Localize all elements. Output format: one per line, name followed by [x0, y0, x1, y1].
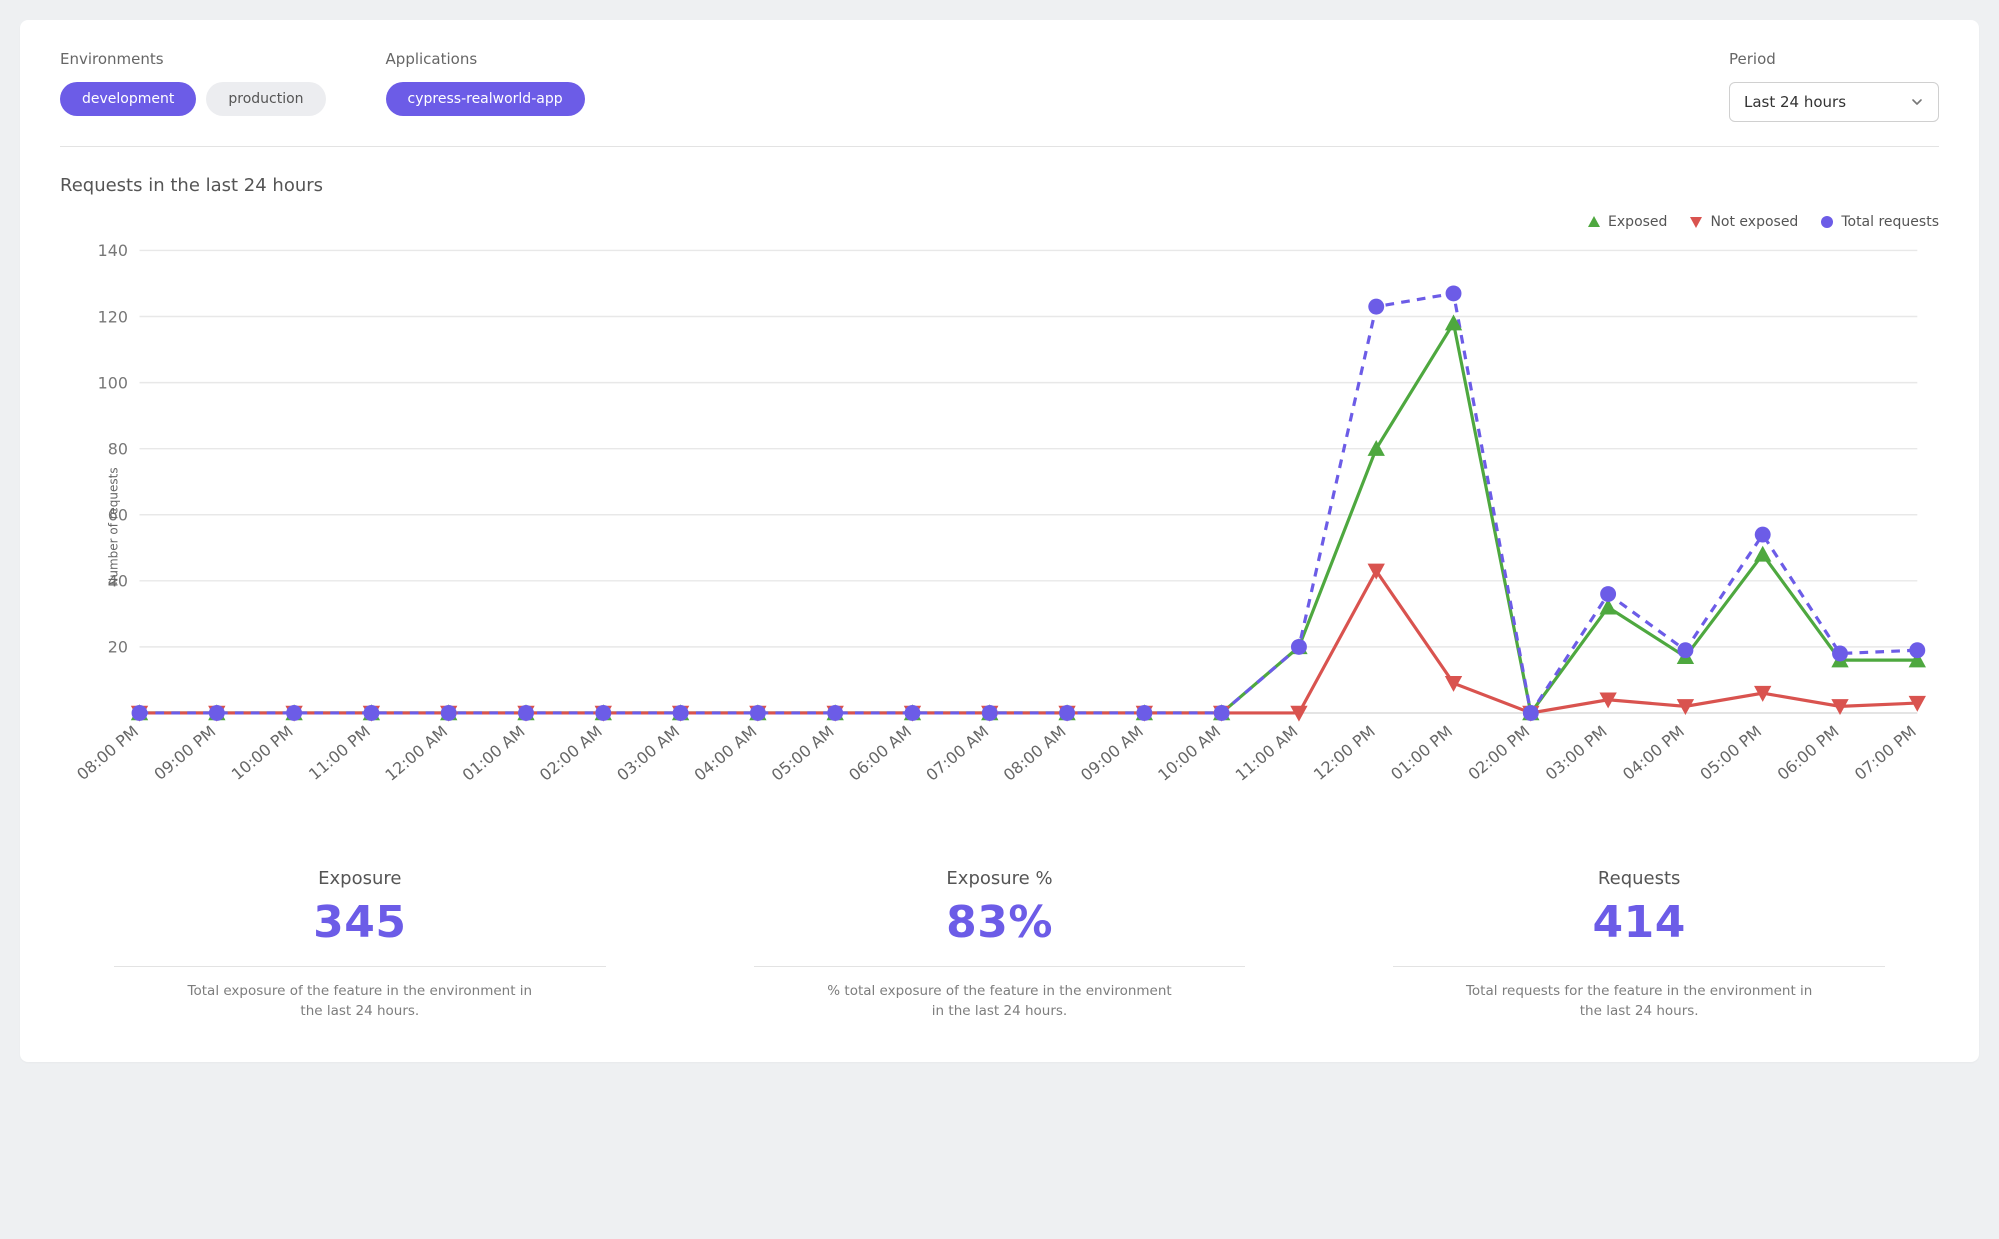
environments-label: Environments — [60, 50, 326, 68]
stat-desc: Total requests for the feature in the en… — [1459, 981, 1819, 1022]
stat-value: 83% — [946, 897, 1053, 948]
svg-text:02:00 PM: 02:00 PM — [1464, 722, 1533, 784]
environments-filter: Environments development production — [60, 50, 326, 116]
svg-text:02:00 AM: 02:00 AM — [536, 722, 606, 785]
applications-chips: cypress-realworld-app — [386, 82, 585, 116]
legend-not-exposed[interactable]: Not exposed — [1689, 214, 1798, 230]
period-label: Period — [1729, 50, 1939, 68]
svg-text:20: 20 — [108, 638, 128, 657]
svg-text:08:00 AM: 08:00 AM — [1000, 722, 1070, 785]
svg-text:140: 140 — [98, 241, 128, 260]
svg-text:08:00 PM: 08:00 PM — [73, 722, 142, 784]
stat-card-exposure-: Exposure % 83% % total exposure of the fea… — [700, 868, 1300, 1022]
chart-legend: Exposed Not exposed Total requests — [60, 214, 1939, 230]
environments-chips: development production — [60, 82, 326, 116]
triangle-up-icon — [1587, 215, 1601, 229]
stat-title: Requests — [1598, 868, 1681, 889]
applications-label: Applications — [386, 50, 585, 68]
circle-icon — [1820, 215, 1834, 229]
svg-text:12:00 PM: 12:00 PM — [1310, 722, 1379, 784]
stat-value: 414 — [1593, 897, 1686, 948]
metrics-card: Environments development production Appli… — [20, 20, 1979, 1062]
stat-card-exposure: Exposure 345 Total exposure of the feature… — [60, 868, 660, 1022]
stats-row: Exposure 345 Total exposure of the feature… — [60, 868, 1939, 1022]
svg-text:03:00 AM: 03:00 AM — [613, 722, 683, 785]
svg-text:80: 80 — [108, 439, 128, 458]
svg-text:09:00 PM: 09:00 PM — [150, 722, 219, 784]
svg-text:10:00 PM: 10:00 PM — [228, 722, 297, 784]
triangle-down-icon — [1689, 215, 1703, 229]
stat-divider — [754, 966, 1246, 967]
stat-desc: Total exposure of the feature in the env… — [180, 981, 540, 1022]
svg-text:07:00 PM: 07:00 PM — [1851, 722, 1920, 784]
legend-exposed-label: Exposed — [1608, 214, 1667, 230]
legend-not-exposed-label: Not exposed — [1710, 214, 1798, 230]
svg-text:01:00 PM: 01:00 PM — [1387, 722, 1456, 784]
stat-divider — [1393, 966, 1885, 967]
filters-row: Environments development production Appli… — [60, 50, 1939, 147]
svg-text:06:00 PM: 06:00 PM — [1774, 722, 1843, 784]
stat-divider — [114, 966, 606, 967]
svg-text:05:00 PM: 05:00 PM — [1696, 722, 1765, 784]
environment-chip-development[interactable]: development — [60, 82, 196, 116]
stat-title: Exposure % — [946, 868, 1052, 889]
environment-chip-production[interactable]: production — [206, 82, 325, 116]
svg-text:05:00 AM: 05:00 AM — [768, 722, 838, 785]
svg-text:06:00 AM: 06:00 AM — [845, 722, 915, 785]
period-select[interactable]: Last 24 hours — [1729, 82, 1939, 122]
svg-text:11:00 PM: 11:00 PM — [305, 722, 374, 784]
stat-title: Exposure — [318, 868, 401, 889]
stat-value: 345 — [313, 897, 406, 948]
svg-text:100: 100 — [98, 373, 128, 392]
stat-desc: % total exposure of the feature in the e… — [820, 981, 1180, 1022]
y-axis-label: Number of requests — [107, 467, 121, 586]
svg-text:04:00 AM: 04:00 AM — [691, 722, 761, 785]
svg-text:120: 120 — [98, 307, 128, 326]
svg-text:12:00 AM: 12:00 AM — [381, 722, 451, 785]
chart-title: Requests in the last 24 hours — [60, 175, 1939, 196]
period-select-value: Last 24 hours — [1744, 93, 1846, 111]
legend-exposed[interactable]: Exposed — [1587, 214, 1667, 230]
svg-text:03:00 PM: 03:00 PM — [1542, 722, 1611, 784]
stat-card-requests: Requests 414 Total requests for the featur… — [1339, 868, 1939, 1022]
applications-filter: Applications cypress-realworld-app — [386, 50, 585, 116]
svg-text:07:00 AM: 07:00 AM — [922, 722, 992, 785]
chevron-down-icon — [1910, 95, 1924, 109]
svg-text:04:00 PM: 04:00 PM — [1619, 722, 1688, 784]
svg-text:10:00 AM: 10:00 AM — [1154, 722, 1224, 785]
application-chip-cypress-realworld-app[interactable]: cypress-realworld-app — [386, 82, 585, 116]
legend-total[interactable]: Total requests — [1820, 214, 1939, 230]
svg-text:01:00 AM: 01:00 AM — [459, 722, 529, 785]
requests-chart: 2040608010012014008:00 PM09:00 PM10:00 P… — [60, 236, 1939, 814]
chart-wrap: Exposed Not exposed Total requests Numbe… — [60, 214, 1939, 818]
svg-text:09:00 AM: 09:00 AM — [1077, 722, 1147, 785]
svg-text:11:00 AM: 11:00 AM — [1232, 722, 1302, 785]
period-filter: Period Last 24 hours — [1729, 50, 1939, 122]
legend-total-label: Total requests — [1841, 214, 1939, 230]
